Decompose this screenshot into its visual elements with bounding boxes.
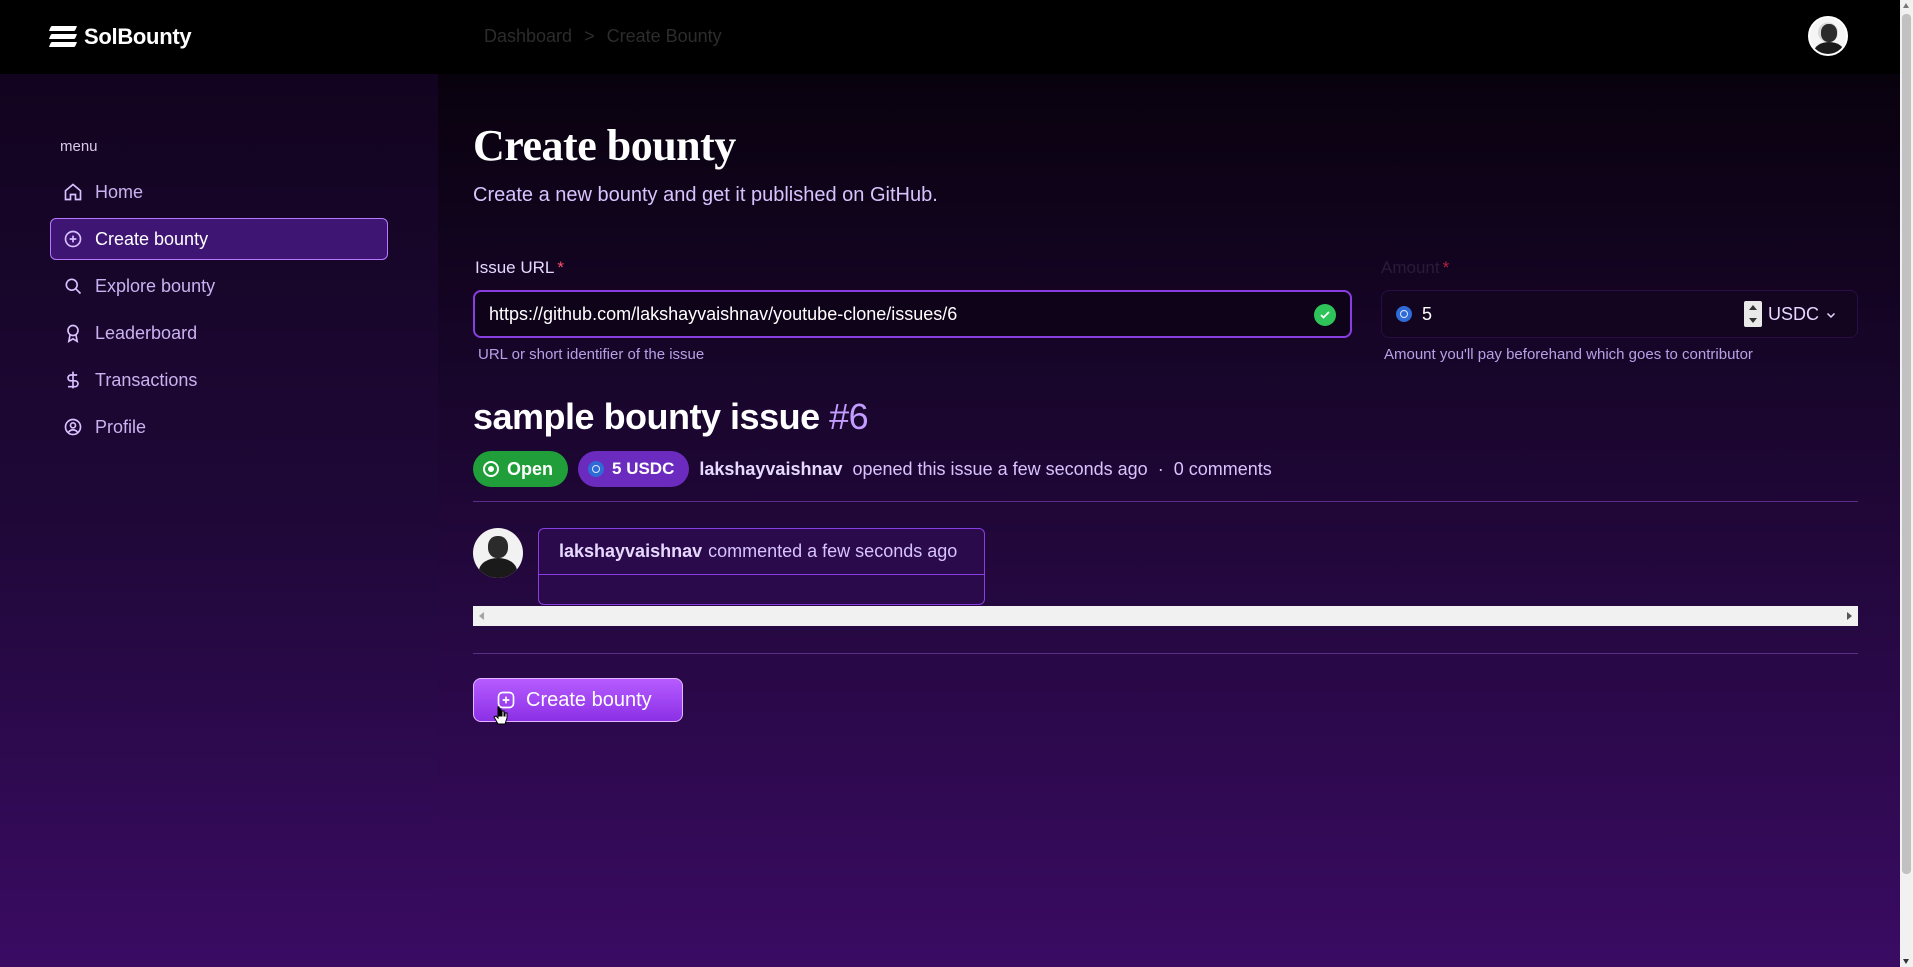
user-circle-icon [63,417,83,437]
create-bounty-label: Create bounty [526,688,652,711]
plus-circle-icon [63,229,83,249]
top-bar: SolBounty Dashboard > Create Bounty [0,0,1900,74]
check-icon [1314,304,1336,326]
sidebar-item-profile[interactable]: Profile [50,406,388,448]
issue-number: #6 [829,396,869,437]
vertical-scrollbar[interactable] [1900,0,1913,967]
stepper-up-icon [1749,305,1757,310]
issue-title-text: sample bounty issue [473,396,820,437]
mouse-cursor-icon [493,706,508,725]
stepper-down-icon [1749,318,1757,323]
sidebar-item-label: Explore bounty [95,275,216,296]
issue-author[interactable]: lakshayvaishnav [699,459,842,480]
breadcrumb-dashboard[interactable]: Dashboard [484,26,572,47]
sidebar-item-label: Transactions [95,369,198,390]
home-icon [63,182,83,202]
app-name: SolBounty [84,24,192,49]
comments-count: 0 comments [1173,458,1272,479]
sidebar-item-create-bounty[interactable]: Create bounty [50,218,388,260]
sidebar-nav: Home Create bounty Explore bounty Leader… [50,171,388,453]
scrollbar-thumb[interactable] [1902,14,1911,874]
menu-label: menu [60,138,98,155]
scroll-left-icon [479,612,484,620]
breadcrumb-separator: > [584,26,595,46]
sidebar-item-label: Home [95,181,144,202]
issue-url-helper: URL or short identifier of the issue [478,346,705,363]
issue-title: sample bounty issue #6 [473,396,869,438]
amount-stepper[interactable] [1744,301,1762,327]
bounty-badge: 5 USDC [578,451,690,487]
issue-opened-text: opened this issue a few seconds ago [852,458,1148,479]
sidebar-item-label: Profile [95,416,147,437]
breadcrumb-current: Create Bounty [606,26,722,46]
currency-select[interactable]: USDC [1768,304,1837,325]
meta-dot: · [1157,458,1164,479]
currency-value: USDC [1767,304,1819,324]
usdc-icon [1396,306,1412,322]
page-title: Create bounty [473,121,736,170]
scroll-right-icon [1847,612,1852,620]
sidebar-item-explore-bounty[interactable]: Explore bounty [50,265,388,307]
amount-helper: Amount you'll pay beforehand which goes … [1384,346,1753,363]
sidebar-item-label: Leaderboard [95,322,198,343]
comment-avatar[interactable] [473,528,523,578]
issue-url-value: https://github.com/lakshayvaishnav/youtu… [489,303,958,324]
page-subtitle: Create a new bounty and get it published… [473,184,938,206]
comment-box: lakshayvaishnav commented a few seconds … [538,528,985,605]
app-logo[interactable]: SolBounty [48,24,192,50]
sidebar-item-transactions[interactable]: Transactions [50,359,388,401]
comment-author[interactable]: lakshayvaishnav [559,541,702,562]
divider [473,653,1858,654]
user-avatar[interactable] [1808,16,1848,56]
status-badge: Open [473,451,569,487]
horizontal-scrollbar[interactable] [473,606,1858,626]
scroll-up-icon [1903,3,1909,8]
breadcrumb: Dashboard > Create Bounty [484,26,722,47]
divider [473,501,1858,502]
usdc-icon [588,461,605,477]
search-icon [63,276,83,296]
sidebar-item-leaderboard[interactable]: Leaderboard [50,312,388,354]
award-icon [63,323,83,343]
issue-meta: Open 5 USDC lakshayvaishnav opened this … [473,451,1272,487]
dollar-icon [63,370,83,390]
comment-meta: commented a few seconds ago [708,541,958,561]
scroll-down-icon [1903,959,1909,964]
amount-input[interactable]: 5 USDC [1381,290,1858,338]
sidebar: menu Home Create bounty Explore bounty L… [0,74,438,967]
issue-url-label: Issue URL * [475,258,564,277]
solana-logo-icon [48,25,78,49]
amount-label: Amount * [1381,258,1450,277]
sidebar-item-label: Create bounty [95,228,209,249]
issue-url-input[interactable]: https://github.com/lakshayvaishnav/youtu… [473,290,1352,338]
sidebar-item-home[interactable]: Home [50,171,388,213]
comment-header: lakshayvaishnav commented a few seconds … [539,529,984,575]
issue-open-icon [483,461,499,477]
chevron-down-icon [1826,312,1836,318]
amount-value: 5 [1422,303,1433,324]
